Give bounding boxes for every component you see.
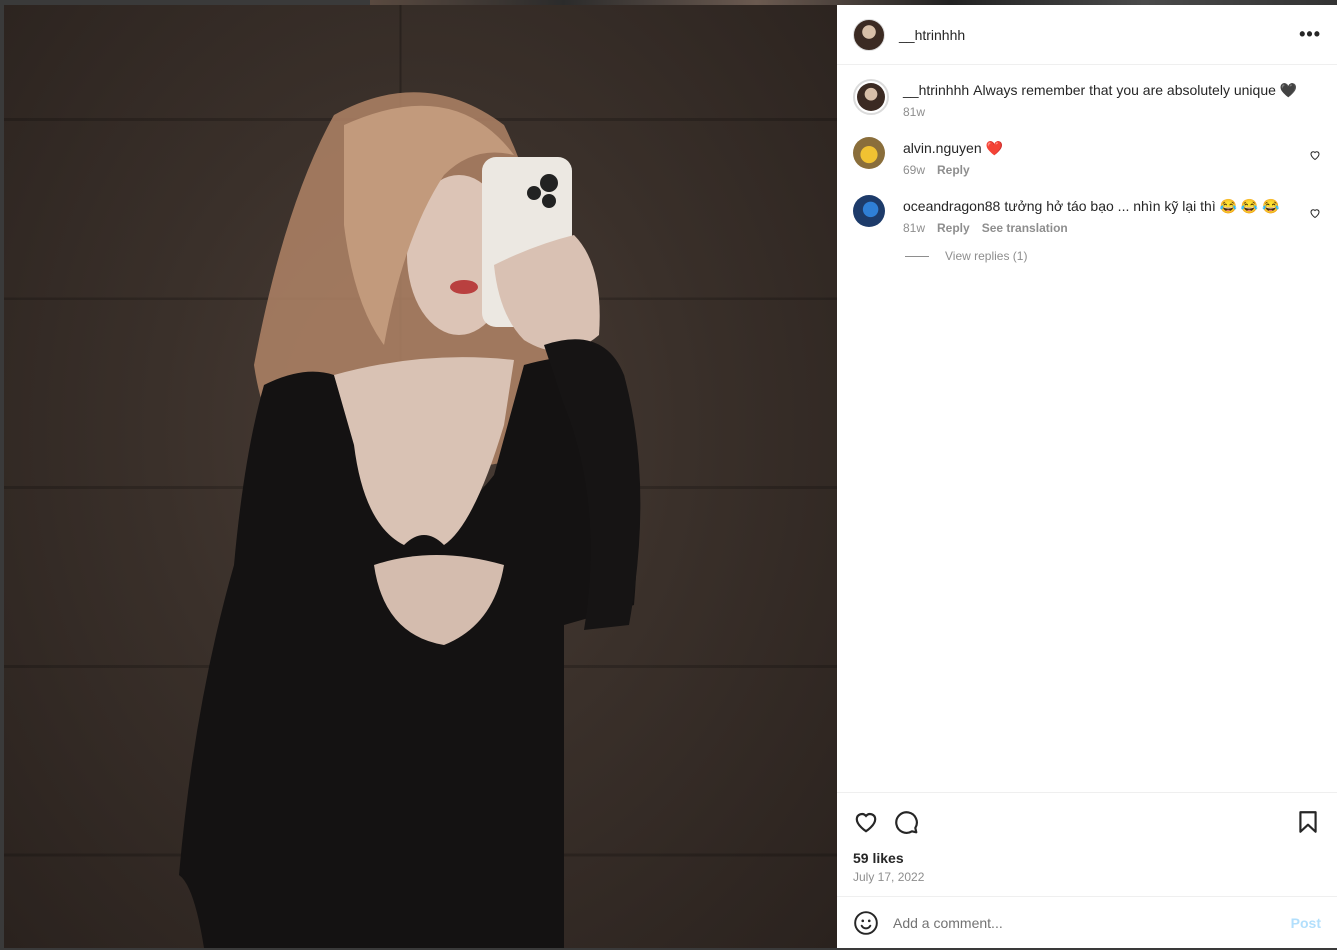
caption-text: __htrinhhh Always remember that you are a… <box>903 81 1321 99</box>
caption-body: Always remember that you are absolutely … <box>973 82 1298 98</box>
reply-button[interactable]: Reply <box>937 163 970 177</box>
replies-divider <box>905 255 929 257</box>
comment-meta: 81w Reply See translation <box>903 221 1321 235</box>
post-date: July 17, 2022 <box>853 870 925 884</box>
commenter-avatar[interactable] <box>853 195 885 227</box>
comment-text: oceandragon88 tưởng hở táo bạo ... nhìn k… <box>903 197 1321 215</box>
caption-username[interactable]: __htrinhhh <box>903 82 969 98</box>
bookmark-icon[interactable] <box>1295 809 1321 835</box>
author-avatar[interactable] <box>853 18 885 51</box>
comments-list: __htrinhhh Always remember that you are a… <box>837 65 1337 263</box>
more-horizontal-icon[interactable]: ••• <box>1299 24 1321 45</box>
view-replies-button[interactable]: View replies (1) <box>905 249 1321 263</box>
commenter-username[interactable]: oceandragon88 <box>903 198 1000 214</box>
caption-avatar-image <box>857 83 885 111</box>
likes-count[interactable]: 59 likes <box>837 850 1337 866</box>
caption-avatar[interactable] <box>853 79 889 115</box>
action-bar <box>837 792 1337 850</box>
comment-item: oceandragon88 tưởng hở táo bạo ... nhìn k… <box>853 195 1321 235</box>
emoji-icon[interactable] <box>853 910 879 936</box>
comment-text: alvin.nguyen ❤️ <box>903 139 1321 157</box>
caption: __htrinhhh Always remember that you are a… <box>853 79 1321 119</box>
post-footer: 59 likes July 17, 2022 Post <box>837 792 1337 948</box>
comment-age: 81w <box>903 221 926 235</box>
like-heart-icon[interactable] <box>853 809 879 835</box>
add-comment-bar: Post <box>837 896 1337 948</box>
post-header: __htrinhhh ••• <box>837 5 1337 65</box>
caption-age: 81w <box>903 105 926 119</box>
post-modal: __htrinhhh ••• __htrinhhh Always remember… <box>4 5 1337 948</box>
photo-illustration <box>179 92 641 948</box>
comment-bubble-icon[interactable] <box>893 809 919 835</box>
comment-body: tưởng hở táo bạo ... nhìn kỹ lại thì 😂 😂… <box>1004 198 1280 214</box>
comment-meta: 69w Reply <box>903 163 1321 177</box>
comment-body: ❤️ <box>985 140 1004 156</box>
comment-input[interactable] <box>893 914 1291 931</box>
comment-age: 69w <box>903 163 926 177</box>
like-comment-heart-icon[interactable] <box>1309 149 1321 161</box>
comment-item: alvin.nguyen ❤️ 69w Reply <box>853 137 1321 177</box>
reply-button[interactable]: Reply <box>937 221 970 235</box>
post-image[interactable] <box>4 5 837 948</box>
view-replies-label: View replies (1) <box>945 249 1028 263</box>
post-comment-button[interactable]: Post <box>1291 915 1321 931</box>
like-comment-heart-icon[interactable] <box>1309 207 1321 219</box>
caption-meta: 81w <box>903 105 1321 119</box>
post-side-panel: __htrinhhh ••• __htrinhhh Always remember… <box>837 5 1337 948</box>
commenter-username[interactable]: alvin.nguyen <box>903 140 982 156</box>
author-username[interactable]: __htrinhhh <box>899 27 965 43</box>
commenter-avatar[interactable] <box>853 137 885 169</box>
see-translation-button[interactable]: See translation <box>982 221 1068 235</box>
